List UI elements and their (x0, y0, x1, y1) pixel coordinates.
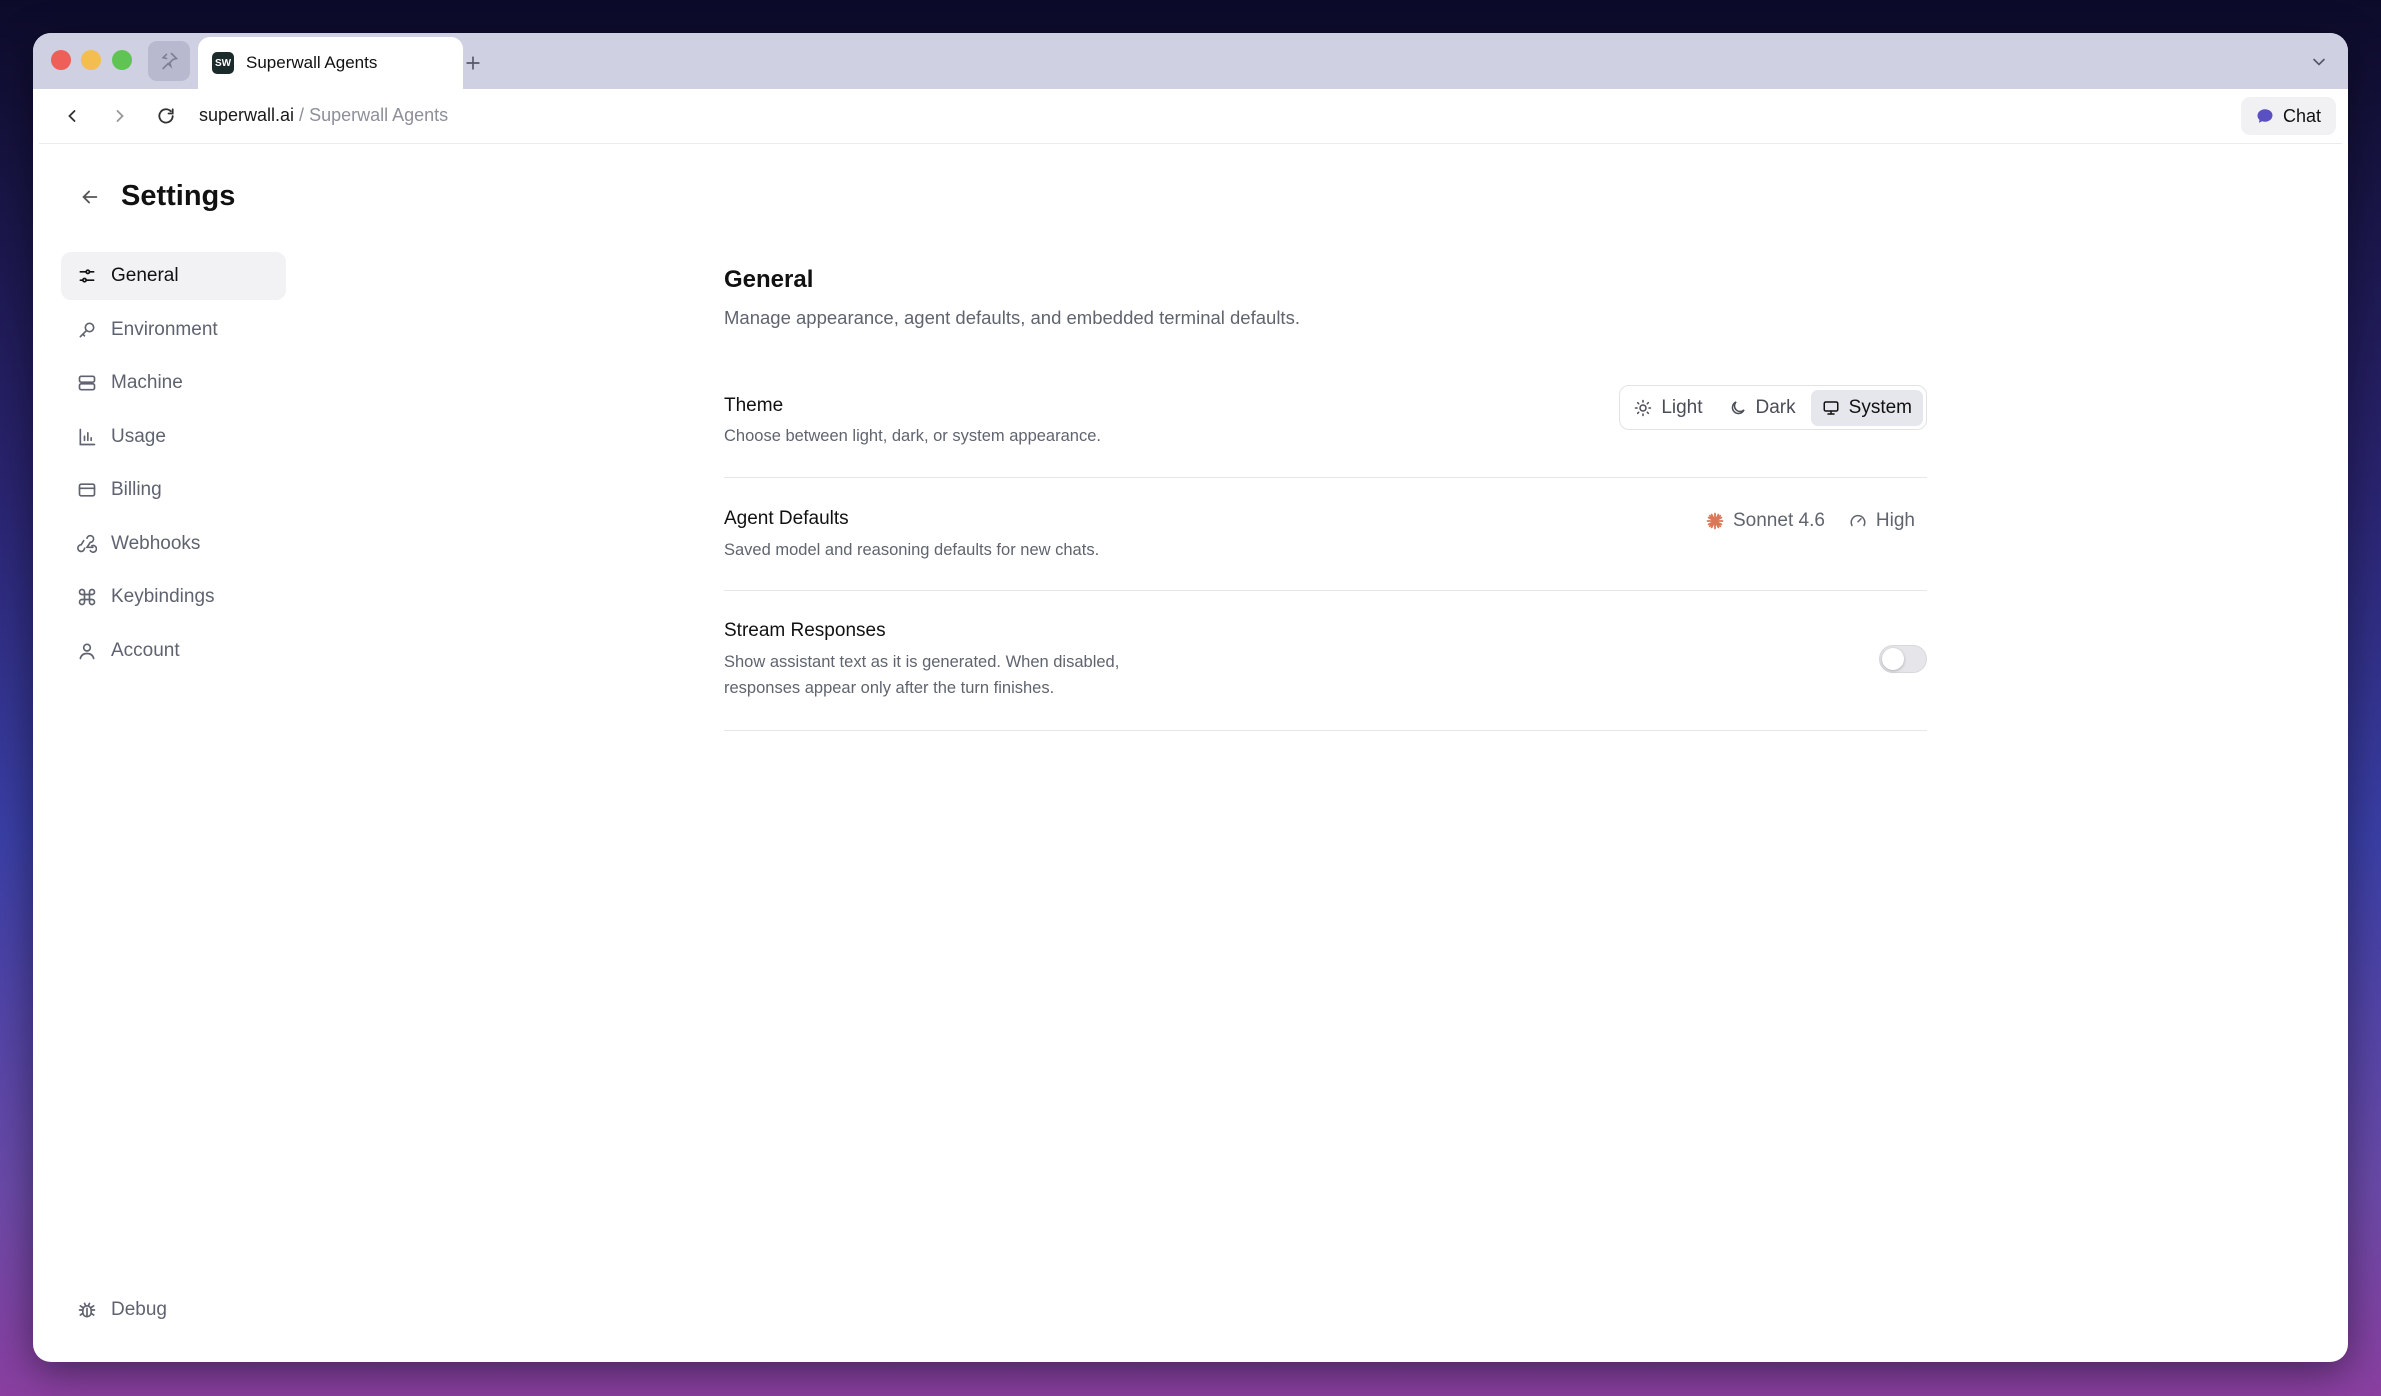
minimize-window-button[interactable] (81, 50, 101, 70)
plus-icon (466, 56, 480, 70)
tab-title: Superwall Agents (246, 53, 378, 72)
agent-defaults-label: Agent Defaults (724, 508, 849, 529)
settings-sidebar: General Environment Machine Usage Billin… (61, 252, 286, 680)
settings-header: Settings (79, 180, 235, 213)
sidebar-item-label: Keybindings (111, 586, 215, 607)
page-title: Settings (121, 180, 236, 212)
theme-option-label: Dark (1755, 396, 1796, 418)
monitor-icon (1823, 400, 1839, 415)
sidebar-item-label: General (111, 265, 179, 286)
sidebar-item-usage[interactable]: Usage (61, 413, 286, 461)
stream-responses-description: Show assistant text as it is generated. … (724, 649, 1119, 701)
url-separator: / (294, 105, 310, 125)
address-bar: superwall.ai / Superwall Agents Chat (39, 89, 2342, 144)
browser-tab[interactable]: SW Superwall Agents (198, 37, 463, 89)
sidebar-item-label: Account (111, 639, 180, 661)
model-name: Sonnet 4.6 (1733, 510, 1825, 531)
chat-bubble-icon (2257, 109, 2273, 123)
theme-label: Theme (724, 395, 784, 416)
forward-button[interactable] (105, 101, 135, 131)
sidebar-item-debug[interactable]: Debug (61, 1286, 286, 1334)
sidebar-item-label: Environment (111, 318, 218, 340)
back-arrow-icon[interactable] (79, 186, 101, 208)
command-icon (78, 588, 96, 606)
key-icon (79, 322, 95, 337)
model-selector[interactable]: Sonnet 4.6 (1706, 510, 1825, 532)
bug-icon (78, 1302, 96, 1318)
stream-responses-toggle[interactable] (1879, 645, 1927, 673)
agent-defaults-description: Saved model and reasoning defaults for n… (724, 541, 1100, 559)
agent-defaults-row: Agent Defaults Saved model and reasoning… (724, 478, 1927, 591)
url-page: Superwall Agents (309, 105, 449, 125)
sidebar-item-webhooks[interactable]: Webhooks (61, 520, 286, 568)
sidebar-item-environment[interactable]: Environment (61, 306, 286, 354)
reload-button[interactable] (151, 101, 181, 131)
theme-row: Theme Choose between light, dark, or sys… (724, 366, 1927, 478)
theme-option-label: Light (1661, 396, 1703, 418)
url-domain: superwall.ai (199, 105, 295, 125)
sidebar-item-billing[interactable]: Billing (61, 466, 286, 514)
theme-segmented-control: Light Dark System (1619, 385, 1927, 430)
theme-option-label: System (1848, 396, 1912, 418)
reload-icon (158, 108, 174, 124)
claude-asterisk-icon (1706, 512, 1724, 530)
new-tab-button[interactable] (443, 43, 503, 83)
tab-list-button[interactable] (2304, 47, 2334, 77)
chevron-down-icon (2313, 58, 2325, 66)
sidebar-debug: Debug (61, 1286, 286, 1334)
description-line: responses appear only after the turn fin… (724, 679, 1055, 697)
theme-option-dark[interactable]: Dark (1718, 390, 1807, 426)
page-content: Settings General Environment Machine Usa… (39, 144, 2342, 1356)
browser-window: SW Superwall Agents superwall.ai / Super… (33, 33, 2348, 1362)
favicon: SW (212, 52, 234, 74)
chat-label: Chat (2282, 105, 2321, 126)
pin-icon (161, 52, 179, 70)
sidebar-item-label: Webhooks (111, 532, 201, 554)
credit-card-icon (78, 483, 96, 497)
agent-defaults-controls: Sonnet 4.6 High (1706, 510, 1915, 532)
theme-option-system[interactable]: System (1810, 389, 1923, 426)
theme-description: Choose between light, dark, or system ap… (724, 427, 1101, 445)
webhook-icon (77, 534, 97, 553)
sidebar-item-label: Usage (111, 425, 166, 447)
sidebar-item-general[interactable]: General (61, 252, 286, 300)
section-description: Manage appearance, agent defaults, and e… (724, 307, 1300, 328)
stream-responses-row: Stream Responses Show assistant text as … (724, 591, 1927, 731)
reasoning-level: High (1875, 510, 1915, 531)
bar-chart-icon (79, 428, 96, 445)
sidebar-item-machine[interactable]: Machine (61, 359, 286, 407)
pin-tab-button[interactable] (148, 41, 190, 81)
maximize-window-button[interactable] (112, 50, 132, 70)
sidebar-item-account[interactable]: Account (61, 627, 286, 675)
theme-option-light[interactable]: Light (1623, 390, 1713, 426)
sidebar-item-keybindings[interactable]: Keybindings (61, 573, 286, 621)
chat-button[interactable]: Chat (2240, 97, 2336, 135)
gauge-icon (1850, 514, 1866, 527)
reasoning-selector[interactable]: High (1849, 510, 1915, 532)
sun-icon (1635, 399, 1652, 416)
section-title: General (724, 266, 814, 293)
sliders-icon (79, 269, 95, 283)
sidebar-item-label: Billing (111, 479, 162, 500)
moon-icon (1731, 400, 1745, 414)
description-line: Show assistant text as it is generated. … (724, 653, 1120, 671)
url-field[interactable]: superwall.ai / Superwall Agents (199, 105, 448, 126)
close-window-button[interactable] (51, 50, 71, 70)
sidebar-item-label: Machine (111, 372, 183, 393)
user-icon (79, 643, 95, 659)
server-icon (78, 375, 96, 391)
chevron-right-icon (116, 110, 124, 122)
stream-responses-label: Stream Responses (724, 620, 886, 641)
chevron-left-icon (68, 110, 76, 122)
tab-bar: SW Superwall Agents (33, 33, 2348, 89)
back-button[interactable] (57, 101, 87, 131)
toggle-knob (1882, 648, 1904, 670)
sidebar-item-label: Debug (111, 1299, 167, 1320)
